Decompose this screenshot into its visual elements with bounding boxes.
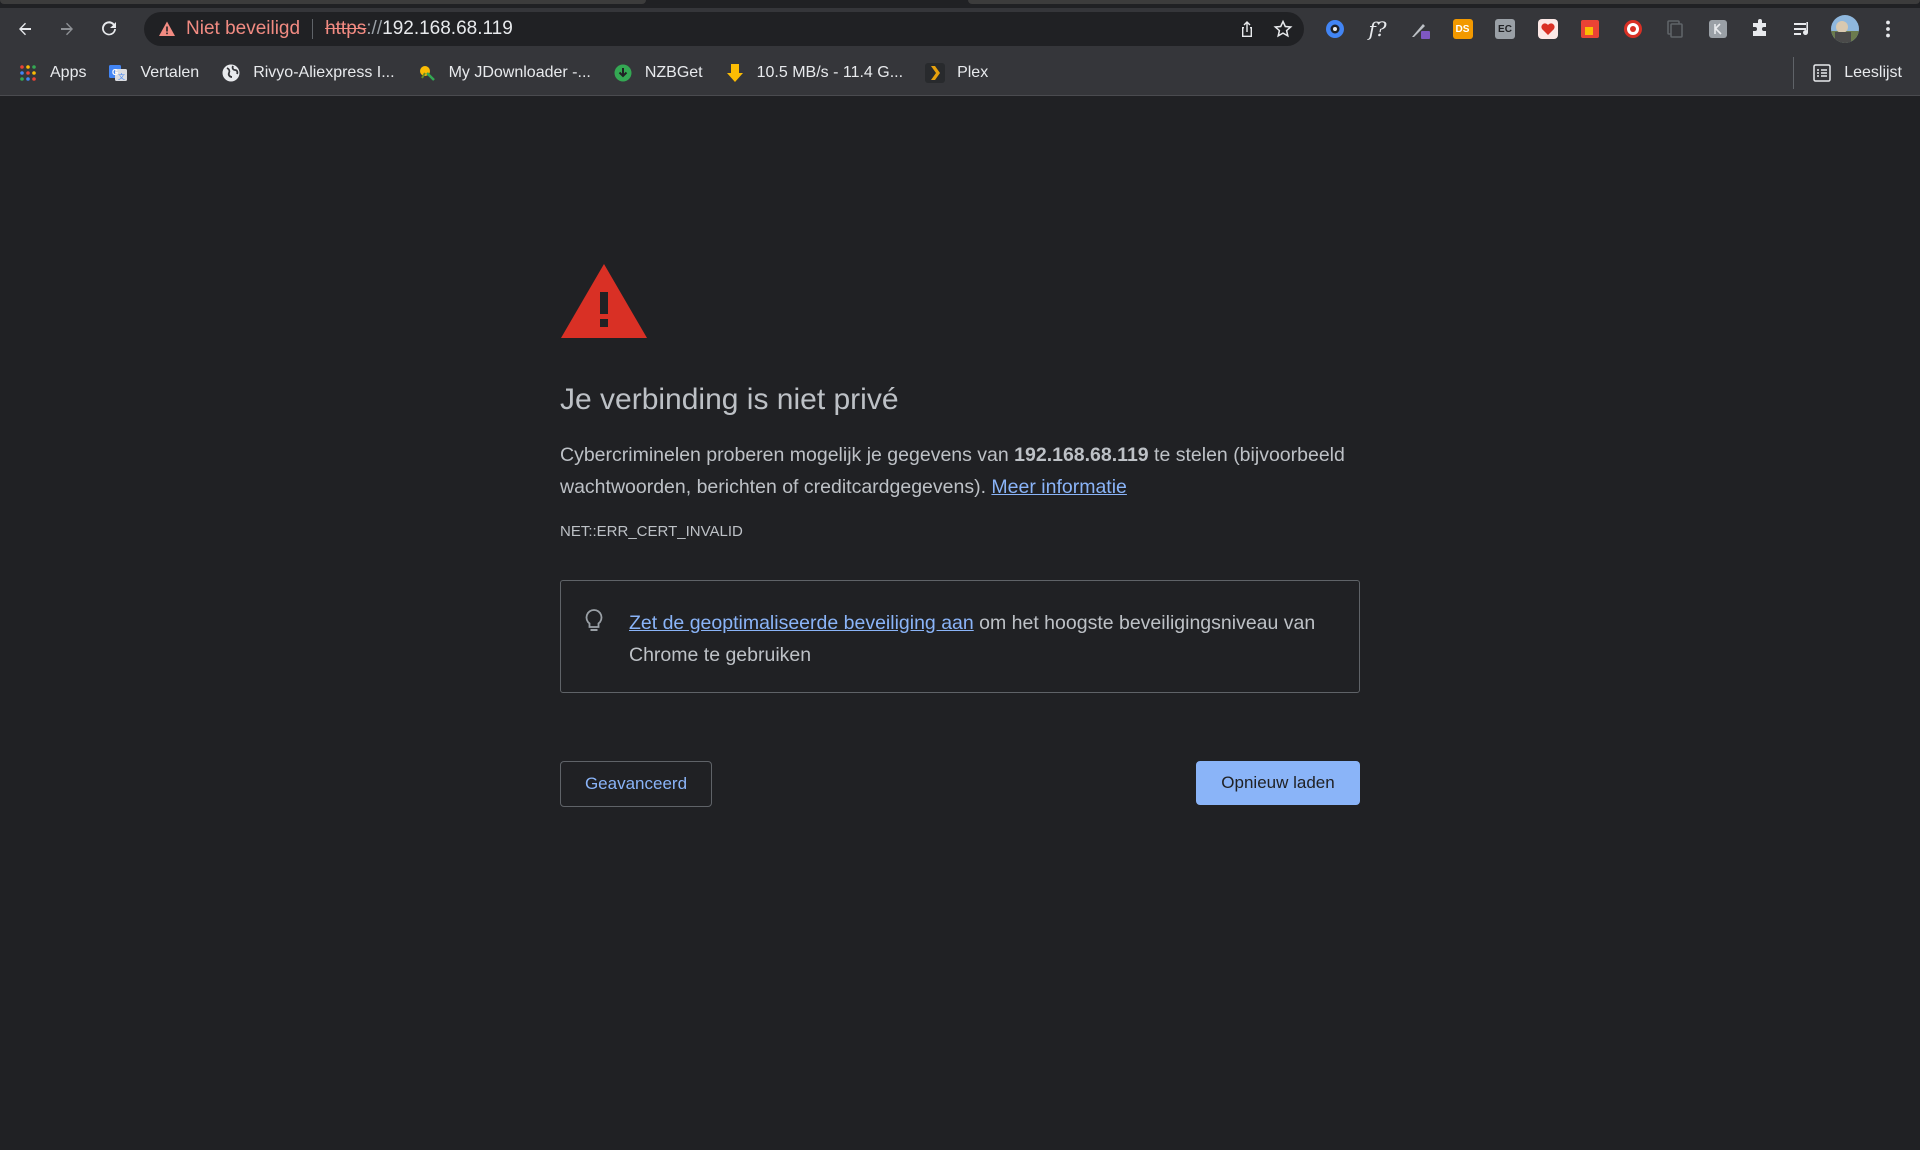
copy-extension-icon[interactable] (1658, 12, 1692, 46)
bookmark-label: Vertalen (140, 63, 200, 81)
bookmark-label: Plex (957, 63, 989, 81)
three-dots-icon (1885, 20, 1890, 38)
plex-icon (925, 62, 946, 83)
security-chip-label: Niet beveiligd (186, 18, 301, 39)
reading-list-icon (1812, 63, 1832, 83)
bookmark-label: NZBGet (644, 63, 703, 81)
download-arrow-icon (725, 63, 745, 83)
heart-extension-icon[interactable] (1531, 12, 1565, 46)
reload-button[interactable]: Opnieuw laden (1196, 760, 1360, 805)
explanation-paragraph: Cybercriminelen proberen mogelijk je geg… (560, 439, 1360, 503)
ec-badge: EC (1495, 19, 1515, 39)
font-question-label: f? (1368, 17, 1387, 41)
globe-icon (221, 63, 241, 83)
font-question-icon[interactable]: f? (1361, 12, 1395, 46)
bookmark-vertalen[interactable]: G文 Vertalen (108, 57, 209, 89)
reload-icon (102, 21, 116, 36)
reading-list-button[interactable]: Leeslijst (1793, 57, 1902, 89)
eyedropper-icon[interactable] (1403, 12, 1437, 46)
ext-blue-circle-icon[interactable] (1318, 12, 1352, 46)
url-text: https://192.168.68.119 (325, 18, 513, 40)
lightbulb-icon (585, 608, 603, 631)
url-host: 192.168.68.119 (382, 18, 513, 39)
ec-extension-icon[interactable]: EC (1488, 12, 1522, 46)
bookmark-download-speed[interactable]: 10.5 MB/s - 11.4 G... (725, 57, 913, 89)
ds-badge: DS (1452, 19, 1473, 39)
bookmark-jdownloader[interactable]: My JDownloader -... (417, 57, 601, 89)
error-code: NET::ERR_CERT_INVALID (560, 522, 743, 540)
red-square-extension-icon[interactable] (1573, 12, 1607, 46)
extensions-row: f? DS EC (1318, 12, 1913, 46)
explanation-pre: Cybercriminelen proberen mogelijk je geg… (560, 444, 1015, 466)
page-title: Je verbinding is niet privé (560, 383, 899, 416)
bookmark-apps[interactable]: Apps (18, 57, 96, 89)
url-separator: :// (366, 18, 383, 39)
interstitial-page: Je verbinding is niet privé Cybercrimine… (0, 97, 1920, 1150)
explanation-host: 192.168.68.119 (1014, 444, 1149, 466)
advanced-button[interactable]: Geavanceerd (560, 760, 712, 807)
reload-browser-button[interactable] (92, 12, 126, 46)
tab-edge-right (968, 0, 1920, 4)
profile-avatar[interactable] (1828, 12, 1862, 46)
warning-triangle-icon (159, 21, 175, 36)
bookmark-rivyo[interactable]: Rivyo-Aliexpress I... (221, 57, 404, 89)
jdownloader-icon (417, 63, 437, 83)
chrome-menu-button[interactable] (1871, 12, 1905, 46)
bookmark-label: My JDownloader -... (448, 63, 591, 81)
back-button[interactable] (8, 12, 42, 46)
browser-toolbar: Niet beveiligd https://192.168.68.119 f?… (0, 8, 1920, 50)
interstitial-container: Je verbinding is niet privé Cybercrimine… (560, 262, 1360, 807)
nzbget-icon (613, 63, 633, 83)
tab-strip (0, 0, 1920, 8)
bookmark-label: 10.5 MB/s - 11.4 G... (756, 63, 904, 81)
ds-extension-icon[interactable]: DS (1446, 12, 1480, 46)
enhanced-protection-link[interactable]: Zet de geoptimaliseerde beveiliging aan (629, 612, 974, 634)
warning-icon (560, 262, 1360, 345)
omnibox-actions (1236, 12, 1294, 46)
reading-list-label: Leeslijst (1844, 64, 1902, 81)
security-chip[interactable]: Niet beveiligd (158, 18, 314, 39)
google-translate-icon: G文 (108, 63, 128, 83)
url-scheme: https (325, 18, 367, 39)
svg-text:文: 文 (118, 72, 125, 81)
learn-more-link[interactable]: Meer informatie (991, 476, 1126, 498)
forward-arrow-icon (61, 22, 73, 36)
back-arrow-icon (19, 22, 31, 36)
button-row: Geavanceerd Opnieuw laden (560, 760, 1360, 807)
bookmark-nzbget[interactable]: NZBGet (613, 57, 713, 89)
bookmark-label: Rivyo-Aliexpress I... (253, 63, 395, 81)
media-controls-icon[interactable] (1786, 12, 1820, 46)
grey-extension-icon[interactable] (1701, 12, 1735, 46)
bookmarks-bar: Apps G文 Vertalen Rivyo-Aliexpress I... M… (0, 50, 1920, 96)
extensions-puzzle-icon[interactable] (1743, 12, 1777, 46)
bookmark-star-icon[interactable] (1272, 18, 1294, 40)
bookmark-plex[interactable]: Plex (925, 57, 998, 89)
forward-button[interactable] (50, 12, 84, 46)
enhanced-protection-box: Zet de geoptimaliseerde beveiliging aan … (560, 579, 1360, 693)
target-extension-icon[interactable] (1616, 12, 1650, 46)
address-bar[interactable]: Niet beveiligd https://192.168.68.119 (144, 12, 1304, 46)
share-icon[interactable] (1236, 18, 1258, 40)
apps-grid-icon (18, 63, 38, 83)
bookmark-label: Apps (50, 63, 87, 81)
tab-edge-left (0, 0, 646, 4)
